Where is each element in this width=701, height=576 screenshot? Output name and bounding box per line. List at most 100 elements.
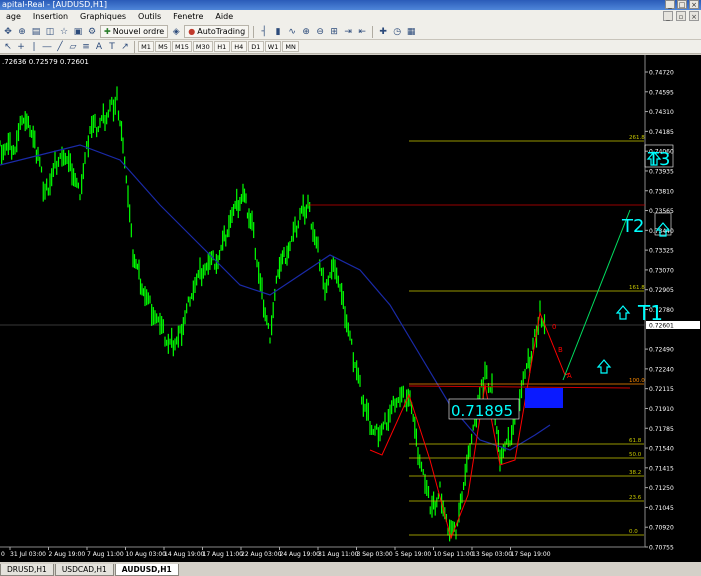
tf-h1[interactable]: H1: [213, 41, 230, 52]
tab-audusd[interactable]: AUDUSD,H1: [114, 564, 179, 576]
target-t1-label: T1: [637, 301, 663, 325]
up-arrow-t1-icon: [615, 305, 631, 320]
price-chart[interactable]: 0.74720 0.74595 0.74310 0.74185 0.74060 0.739…: [0, 55, 701, 562]
price-label: 0.71250: [649, 485, 674, 492]
metaeditor-icon[interactable]: ◈: [170, 26, 182, 38]
title-bar: apital-Real - [AUDUSD,H1] _ □ ×: [0, 0, 701, 10]
menu-insertion[interactable]: Insertion: [27, 10, 74, 24]
channel-icon[interactable]: ▱: [67, 41, 79, 53]
navigator-icon[interactable]: ☆: [58, 26, 70, 38]
menu-fenetre[interactable]: Fenetre: [167, 10, 209, 24]
fib-level-label: 261.8: [629, 135, 645, 141]
tf-h4[interactable]: H4: [230, 41, 247, 52]
tf-separator: [134, 40, 135, 53]
up-arrow-entry-icon: [596, 359, 612, 374]
ohlc-info: .72636 0.72579 0.72601: [2, 58, 89, 66]
toolbar: ✥ ⊕ ▤ ◫ ☆ ▣ ⚙ ✚ Nouvel ordre ◈ ● AutoTra…: [0, 24, 701, 40]
menu-aide[interactable]: Aide: [209, 10, 239, 24]
price-label: 0.73440: [649, 228, 674, 235]
crosshair-icon[interactable]: ✥: [2, 26, 14, 38]
text-icon[interactable]: A: [93, 41, 105, 53]
tab-drusd[interactable]: DRUSD,H1: [0, 564, 54, 576]
child-minimize-button[interactable]: _: [663, 11, 673, 21]
autotrading-button[interactable]: ● AutoTrading: [184, 25, 250, 38]
arrows-icon[interactable]: ↗: [119, 41, 131, 53]
time-label: 24 Aug 19:00: [280, 551, 321, 558]
time-label: 10 Aug 03:00: [126, 551, 167, 558]
market-watch-icon[interactable]: ◫: [44, 26, 56, 38]
candlestick-icon[interactable]: ▮: [272, 26, 284, 38]
menu-page[interactable]: age: [0, 10, 27, 24]
fib-level-label: 38.2: [629, 470, 641, 476]
time-label: 3 Sep 03:00: [357, 551, 393, 558]
periods-icon[interactable]: ◷: [391, 26, 403, 38]
crosshair-tool-icon[interactable]: +: [15, 41, 27, 53]
autoscroll-icon[interactable]: ⇥: [342, 26, 354, 38]
price-label: 0.72905: [649, 287, 674, 294]
new-order-label: Nouvel ordre: [112, 27, 165, 36]
tf-m30[interactable]: M30: [192, 41, 213, 52]
terminal-icon[interactable]: ▣: [72, 26, 84, 38]
zoom-in-icon[interactable]: ⊕: [16, 26, 28, 38]
fibonacci-icon[interactable]: ≡: [80, 41, 92, 53]
time-label: 14 Aug 19:00: [164, 551, 205, 558]
autotrading-label: AutoTrading: [197, 27, 246, 36]
fib-level-label: 23.6: [629, 495, 642, 501]
time-label: 17 Sep 19:00: [511, 551, 551, 558]
wave-label-b: B: [558, 346, 563, 354]
child-restore-button[interactable]: ▫: [676, 11, 686, 21]
menu-graphiques[interactable]: Graphiques: [74, 10, 132, 24]
time-label: 10 Sep 11:00: [434, 551, 474, 558]
horizontal-line-icon[interactable]: ―: [41, 41, 53, 53]
new-chart-icon[interactable]: ▤: [30, 26, 42, 38]
close-button[interactable]: ×: [689, 0, 699, 9]
chart-shift-icon[interactable]: ⇤: [356, 26, 368, 38]
child-close-button[interactable]: ×: [689, 11, 699, 21]
tf-mn[interactable]: MN: [282, 41, 299, 52]
price-label: 0.72240: [649, 366, 674, 373]
minimize-button[interactable]: _: [665, 0, 675, 9]
new-order-icon: ✚: [104, 27, 111, 36]
maximize-button[interactable]: □: [677, 0, 687, 9]
timeframe-bar: ↖ + | ― ╱ ▱ ≡ A T ↗ M1 M5 M15 M30 H1 H4 …: [0, 40, 701, 54]
fib-level-label: 61.8: [629, 438, 642, 444]
support-line: [408, 385, 631, 389]
new-order-button[interactable]: ✚ Nouvel ordre: [100, 25, 169, 38]
zoom-in-2-icon[interactable]: ⊕: [300, 26, 312, 38]
trendline-icon[interactable]: ╱: [54, 41, 66, 53]
entry-price-label: 0.71895: [451, 402, 513, 420]
price-label: 0.73565: [649, 208, 674, 215]
price-label: 0.74310: [649, 109, 674, 116]
tester-icon[interactable]: ⚙: [86, 26, 98, 38]
vertical-line-icon[interactable]: |: [28, 41, 40, 53]
label-icon[interactable]: T: [106, 41, 118, 53]
price-label: 0.71415: [649, 465, 674, 472]
tab-usdcad[interactable]: USDCAD,H1: [54, 564, 114, 576]
entry-zone: [525, 388, 563, 408]
zoom-out-icon[interactable]: ⊖: [314, 26, 326, 38]
price-label: 0.71045: [649, 505, 674, 512]
fib-level-label: 0.0: [629, 529, 638, 535]
tf-m15[interactable]: M15: [172, 41, 192, 52]
indicators-icon[interactable]: ✚: [377, 26, 389, 38]
price-label: 0.74185: [649, 129, 674, 136]
price-label: 0.74720: [649, 70, 674, 77]
bar-chart-icon[interactable]: ┤: [258, 26, 270, 38]
wave-label-0: 0: [552, 323, 556, 331]
app-window: apital-Real - [AUDUSD,H1] _ □ × age Inse…: [0, 0, 701, 576]
time-label: 22 Aug 03:00: [241, 551, 282, 558]
fib-level-label: 100.0: [629, 378, 645, 384]
cursor-icon[interactable]: ↖: [2, 41, 14, 53]
line-chart-icon[interactable]: ∿: [286, 26, 298, 38]
tf-w1[interactable]: W1: [264, 41, 282, 52]
price-label: 0.74595: [649, 89, 674, 96]
tile-windows-icon[interactable]: ⊞: [328, 26, 340, 38]
time-label: 0: [1, 551, 5, 558]
tf-m1[interactable]: M1: [138, 41, 154, 52]
tf-m5[interactable]: M5: [155, 41, 171, 52]
price-label: 0.72115: [649, 386, 674, 393]
menu-outils[interactable]: Outils: [132, 10, 167, 24]
tf-d1[interactable]: D1: [247, 41, 264, 52]
templates-icon[interactable]: ▦: [405, 26, 417, 38]
toolbar-separator: [253, 25, 255, 38]
